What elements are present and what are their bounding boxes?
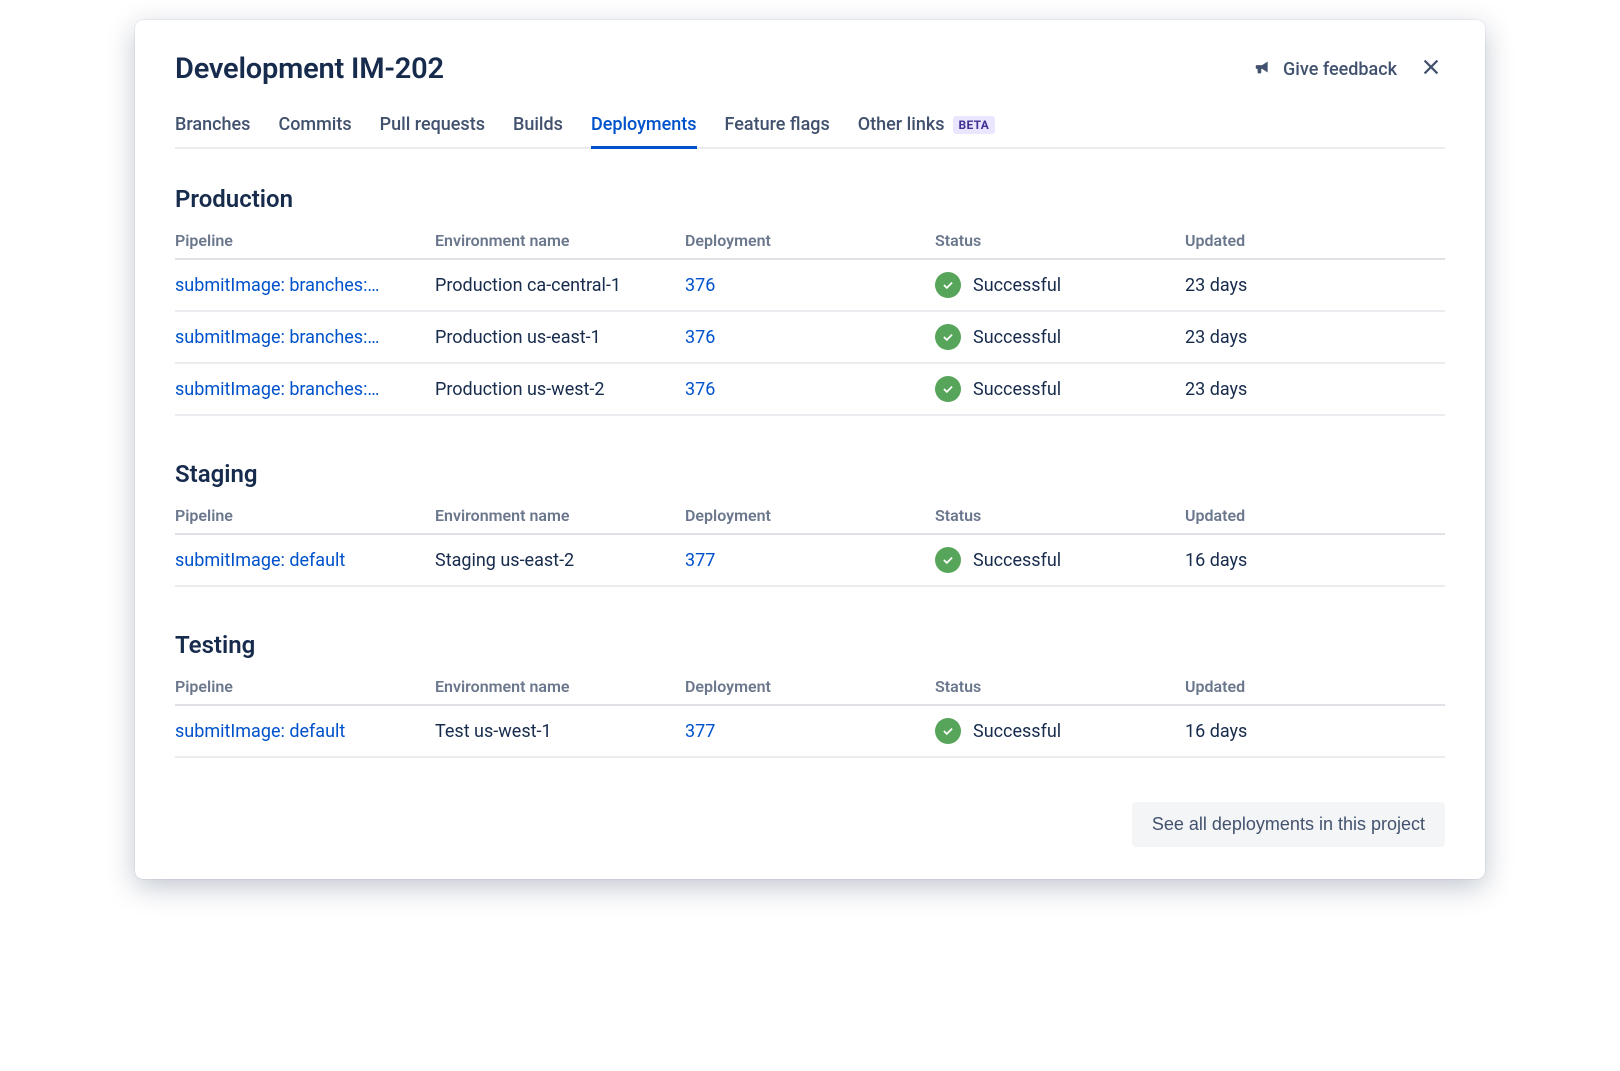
tab-feature-flags[interactable]: Feature flags <box>725 114 830 147</box>
pipeline-link[interactable]: submitImage: branches:… <box>175 327 435 348</box>
section-title: Staging <box>175 460 1445 488</box>
tabs-bar: Branches Commits Pull requests Builds De… <box>175 114 1445 149</box>
col-updated: Updated <box>1185 677 1445 696</box>
col-updated: Updated <box>1185 506 1445 525</box>
status-text: Successful <box>973 379 1061 400</box>
status-cell: Successful <box>935 547 1185 573</box>
pipeline-link[interactable]: submitImage: branches:… <box>175 275 435 296</box>
header-actions: Give feedback <box>1253 55 1445 83</box>
tab-pull-requests[interactable]: Pull requests <box>380 114 485 147</box>
table-header: Pipeline Environment name Deployment Sta… <box>175 669 1445 706</box>
col-environment: Environment name <box>435 506 685 525</box>
check-circle-icon <box>935 718 961 744</box>
deployment-link[interactable]: 377 <box>685 550 935 571</box>
give-feedback-label: Give feedback <box>1283 59 1397 80</box>
col-deployment: Deployment <box>685 677 935 696</box>
tab-branches[interactable]: Branches <box>175 114 250 147</box>
table-row: submitImage: branches:… Production us-we… <box>175 364 1445 416</box>
table-row: submitImage: default Test us-west-1 377 … <box>175 706 1445 758</box>
updated-cell: 23 days <box>1185 327 1445 348</box>
table-header: Pipeline Environment name Deployment Sta… <box>175 223 1445 260</box>
status-text: Successful <box>973 721 1061 742</box>
section-testing: Testing Pipeline Environment name Deploy… <box>175 631 1445 758</box>
section-production: Production Pipeline Environment name Dep… <box>175 185 1445 416</box>
check-circle-icon <box>935 547 961 573</box>
environment-cell: Production us-east-1 <box>435 327 685 348</box>
pipeline-link[interactable]: submitImage: default <box>175 721 435 742</box>
page-title: Development IM-202 <box>175 52 444 86</box>
col-status: Status <box>935 506 1185 525</box>
megaphone-icon <box>1253 56 1275 83</box>
modal-header: Development IM-202 Give feedback <box>175 52 1445 86</box>
col-pipeline: Pipeline <box>175 231 435 250</box>
updated-cell: 16 days <box>1185 721 1445 742</box>
col-pipeline: Pipeline <box>175 677 435 696</box>
updated-cell: 23 days <box>1185 379 1445 400</box>
beta-badge: BETA <box>953 116 996 134</box>
tab-label: Pull requests <box>380 114 485 135</box>
status-text: Successful <box>973 275 1061 296</box>
close-button[interactable] <box>1417 55 1445 83</box>
tab-label: Deployments <box>591 114 697 135</box>
table-row: submitImage: branches:… Production us-ea… <box>175 312 1445 364</box>
col-status: Status <box>935 231 1185 250</box>
status-text: Successful <box>973 327 1061 348</box>
development-modal: Development IM-202 Give feedback Branche… <box>135 20 1485 879</box>
section-staging: Staging Pipeline Environment name Deploy… <box>175 460 1445 587</box>
status-cell: Successful <box>935 718 1185 744</box>
section-title: Production <box>175 185 1445 213</box>
col-updated: Updated <box>1185 231 1445 250</box>
col-pipeline: Pipeline <box>175 506 435 525</box>
table-row: submitImage: default Staging us-east-2 3… <box>175 535 1445 587</box>
table-row: submitImage: branches:… Production ca-ce… <box>175 260 1445 312</box>
section-title: Testing <box>175 631 1445 659</box>
col-environment: Environment name <box>435 231 685 250</box>
tab-builds[interactable]: Builds <box>513 114 563 147</box>
col-status: Status <box>935 677 1185 696</box>
give-feedback-button[interactable]: Give feedback <box>1253 56 1397 83</box>
col-deployment: Deployment <box>685 506 935 525</box>
status-text: Successful <box>973 550 1061 571</box>
status-cell: Successful <box>935 272 1185 298</box>
status-cell: Successful <box>935 376 1185 402</box>
updated-cell: 23 days <box>1185 275 1445 296</box>
check-circle-icon <box>935 324 961 350</box>
check-circle-icon <box>935 272 961 298</box>
close-icon <box>1420 56 1442 82</box>
tab-label: Branches <box>175 114 250 135</box>
tab-deployments[interactable]: Deployments <box>591 114 697 147</box>
tab-label: Builds <box>513 114 563 135</box>
col-deployment: Deployment <box>685 231 935 250</box>
updated-cell: 16 days <box>1185 550 1445 571</box>
tab-label: Feature flags <box>725 114 830 135</box>
modal-footer: See all deployments in this project <box>175 802 1445 847</box>
see-all-deployments-button[interactable]: See all deployments in this project <box>1132 802 1445 847</box>
tab-other-links[interactable]: Other links BETA <box>858 114 995 147</box>
tab-label: Other links <box>858 114 945 135</box>
environment-cell: Production us-west-2 <box>435 379 685 400</box>
status-cell: Successful <box>935 324 1185 350</box>
pipeline-link[interactable]: submitImage: branches:… <box>175 379 435 400</box>
environment-cell: Production ca-central-1 <box>435 275 685 296</box>
environment-cell: Staging us-east-2 <box>435 550 685 571</box>
deployment-link[interactable]: 376 <box>685 379 935 400</box>
col-environment: Environment name <box>435 677 685 696</box>
check-circle-icon <box>935 376 961 402</box>
deployment-link[interactable]: 377 <box>685 721 935 742</box>
deployment-link[interactable]: 376 <box>685 327 935 348</box>
table-header: Pipeline Environment name Deployment Sta… <box>175 498 1445 535</box>
pipeline-link[interactable]: submitImage: default <box>175 550 435 571</box>
tab-label: Commits <box>278 114 351 135</box>
environment-cell: Test us-west-1 <box>435 721 685 742</box>
deployment-link[interactable]: 376 <box>685 275 935 296</box>
tab-commits[interactable]: Commits <box>278 114 351 147</box>
